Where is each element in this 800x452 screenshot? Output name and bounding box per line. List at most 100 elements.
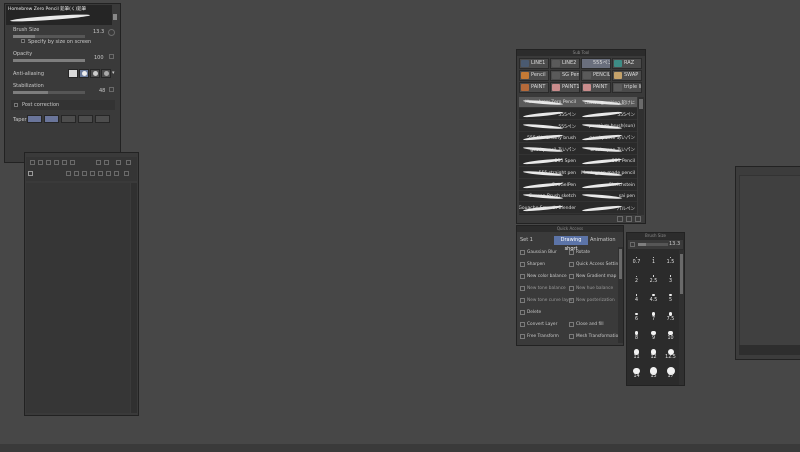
new-folder-icon[interactable] — [82, 171, 87, 176]
sub-tool-button[interactable]: LINE2 — [550, 58, 580, 69]
antialias-weak-button[interactable] — [79, 69, 89, 78]
brush-size-preset[interactable]: 4.5 — [645, 288, 662, 307]
navigator-canvas[interactable] — [739, 175, 800, 347]
merge-layer-icon[interactable] — [90, 171, 95, 176]
brush-item[interactable]: good pencil あいパン — [519, 144, 578, 156]
layer-clip-icon[interactable] — [54, 160, 59, 165]
brush-item[interactable]: sai pen — [578, 191, 637, 203]
brush-item[interactable]: 555ペン — [578, 109, 637, 120]
sub-tool-button[interactable]: SWAP — [612, 70, 642, 81]
brush-item[interactable]: premium brush(sun) — [578, 121, 637, 132]
brush-size-preset[interactable]: 2.5 — [645, 269, 662, 288]
brush-item[interactable]: Sketchstein — [578, 180, 637, 191]
post-correction-checkbox[interactable] — [14, 103, 18, 107]
layer-scrollbar[interactable] — [131, 183, 137, 413]
brush-item[interactable]: パルペン — [578, 203, 637, 215]
brush-size-slider[interactable] — [13, 35, 85, 38]
trash-icon[interactable] — [124, 171, 129, 176]
quick-access-command[interactable]: Convert Layer — [519, 319, 575, 330]
brush-size-preset[interactable]: 14 — [628, 364, 645, 383]
brush-size-preset[interactable]: 1.5 — [662, 250, 679, 269]
quick-access-tab-drawing[interactable]: Drawing short — [554, 236, 588, 252]
layer-ruler-icon[interactable] — [114, 171, 119, 176]
quick-access-command[interactable]: Sharpen — [519, 259, 575, 270]
sub-tool-button[interactable]: RAZ — [612, 58, 642, 69]
layer-ref-icon[interactable] — [62, 160, 67, 165]
layer-opacity-icon[interactable] — [38, 160, 43, 165]
brush-size-preset[interactable]: 0.7 — [628, 250, 645, 269]
taper-end-button[interactable] — [44, 115, 59, 123]
brush-size-preset[interactable]: 7.5 — [662, 307, 679, 326]
delete-brush-icon[interactable] — [635, 216, 641, 222]
layer-list[interactable] — [26, 183, 130, 413]
layer-mask-add-icon[interactable] — [106, 171, 111, 176]
quick-access-command[interactable]: New color balance — [519, 271, 575, 282]
brush-size-preset[interactable]: 3 — [662, 269, 679, 288]
opacity-link-icon[interactable] — [109, 54, 114, 59]
brush-item[interactable]: Season Brush sketch — [519, 191, 578, 203]
brush-size-preset[interactable]: 11 — [628, 345, 645, 364]
layer-menu-icon[interactable] — [116, 160, 121, 165]
brush-item[interactable]: 555 Spen — [519, 156, 578, 167]
brush-item[interactable]: brush+pen あいパン — [578, 144, 637, 156]
brush-size-preset[interactable]: 6 — [628, 307, 645, 326]
brush-list-scrollbar[interactable] — [638, 97, 644, 215]
sub-tool-button[interactable]: SG Pen — [550, 70, 580, 81]
stabilization-slider[interactable] — [13, 91, 85, 94]
chevron-down-icon[interactable]: ▾ — [112, 70, 115, 76]
quick-access-command[interactable]: Gaussian Blur — [519, 247, 575, 258]
sub-tool-button[interactable]: triple li — [612, 82, 642, 93]
brush-size-preset[interactable]: 8 — [628, 326, 645, 345]
brush-item[interactable]: Homebrew Zero Pencil — [519, 97, 578, 108]
brush-item[interactable]: Gouache Smooth Blender — [519, 203, 578, 215]
quick-access-command[interactable]: Rotate — [568, 247, 624, 258]
brush-item[interactable]: 555ペン — [519, 109, 578, 120]
sub-tool-button[interactable]: LINE1 — [519, 58, 549, 69]
quick-access-tab-animation[interactable]: Animation — [590, 236, 616, 245]
new-vector-layer-icon[interactable] — [74, 171, 79, 176]
antialias-strong-button[interactable] — [101, 69, 111, 78]
quick-access-command[interactable]: Close and fill — [568, 319, 624, 330]
brush-size-palette-slider[interactable] — [638, 243, 668, 246]
quick-access-command[interactable]: Mesh Transformation — [568, 331, 624, 342]
layer-view-icon[interactable] — [28, 171, 33, 176]
stabilization-value[interactable]: 48 — [99, 88, 105, 94]
brush-size-dial-icon[interactable] — [108, 29, 115, 36]
command-scrollbar[interactable] — [618, 247, 623, 343]
layer-lock-icon[interactable] — [46, 160, 51, 165]
brush-item[interactable]: custom_making 鉛けに — [578, 97, 637, 108]
opacity-value[interactable]: 100 — [94, 55, 104, 61]
antialias-none-button[interactable] — [68, 69, 78, 78]
quick-access-command[interactable]: New posterization — [568, 295, 624, 306]
taper-start-button[interactable] — [27, 115, 42, 123]
brush-size-preset[interactable]: 9 — [645, 326, 662, 345]
brush-item[interactable]: 555ペン — [519, 121, 578, 132]
antialias-medium-button[interactable] — [90, 69, 100, 78]
sub-tool-button[interactable]: PAINT — [581, 82, 611, 93]
brush-item[interactable]: SeaGelPen — [519, 180, 578, 191]
brush-item[interactable]: Manta_pen made pencil — [578, 168, 637, 179]
new-raster-layer-icon[interactable] — [66, 171, 71, 176]
add-brush-icon[interactable] — [617, 216, 623, 222]
sub-tool-button[interactable]: 555ペン — [581, 58, 611, 69]
quick-access-command[interactable]: Delete — [519, 307, 575, 318]
specify-size-checkbox[interactable] — [21, 39, 25, 43]
brush-item[interactable]: 555 Pencil — [578, 156, 637, 167]
brush-item[interactable]: good pencil あいパン — [578, 132, 637, 144]
brush-item[interactable]: 555ペン Brushy brush — [519, 132, 578, 144]
brush-item[interactable]: 555 straight pen — [519, 168, 578, 179]
brush-size-preset[interactable]: 2 — [628, 269, 645, 288]
quick-access-tab-set1[interactable]: Set 1 — [520, 236, 533, 245]
brush-size-preset[interactable]: 7 — [645, 307, 662, 326]
layer-mask-icon[interactable] — [70, 160, 75, 165]
quick-access-command[interactable]: New tone curve layer — [519, 295, 575, 306]
brush-size-scrollbar[interactable] — [679, 250, 684, 385]
brush-size-preset[interactable]: 4 — [628, 288, 645, 307]
opacity-slider[interactable] — [13, 59, 85, 62]
copy-brush-icon[interactable] — [626, 216, 632, 222]
quick-access-command[interactable]: Quick Access Settings — [568, 259, 624, 270]
taper-option1-button[interactable] — [61, 115, 76, 123]
layer-close-icon[interactable] — [126, 160, 131, 165]
brush-size-preset[interactable]: 1 — [645, 250, 662, 269]
sub-tool-button[interactable]: PENCIL — [581, 70, 611, 81]
